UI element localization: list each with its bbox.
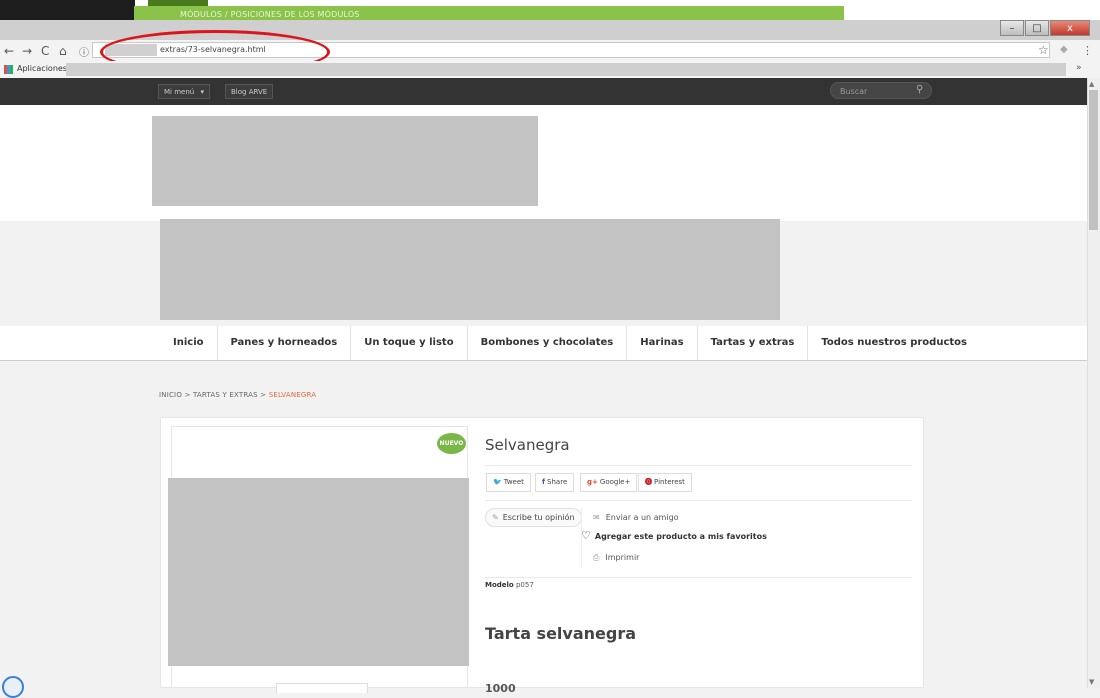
product-model: Modelo p057: [485, 581, 534, 589]
product-subtitle: Tarta selvanegra: [485, 624, 637, 643]
browser-menu-icon[interactable]: ⋮: [1082, 44, 1093, 57]
new-badge: NUEVO: [437, 433, 466, 454]
breadcrumb-separator: >: [260, 391, 267, 399]
bookmarks-redacted: [66, 63, 1066, 76]
menu-item-harinas[interactable]: Harinas: [627, 326, 698, 360]
send-to-friend-label: Enviar a un amigo: [605, 513, 679, 522]
product-image-placeholder[interactable]: [168, 478, 469, 666]
minimize-button[interactable]: –: [1000, 20, 1024, 36]
chat-widget-icon[interactable]: [2, 676, 24, 698]
breadcrumb-category[interactable]: TARTAS Y EXTRAS: [193, 391, 258, 399]
breadcrumb-current: SELVANEGRA: [268, 391, 317, 399]
envelope-icon: ✉: [593, 513, 600, 522]
site-info-icon[interactable]: ⓘ: [79, 44, 89, 59]
maximize-button[interactable]: □: [1025, 20, 1049, 36]
banner-placeholder: [160, 219, 780, 320]
google-plus-label: Google+: [599, 478, 631, 486]
write-review-button[interactable]: ✎ Escribe tu opinión: [485, 508, 582, 527]
product-price-partial: 1000: [485, 682, 516, 695]
admin-crumb-separator: /: [224, 10, 228, 19]
blog-link[interactable]: Blog ARVE: [225, 84, 274, 99]
close-window-button[interactable]: x: [1050, 20, 1090, 36]
share-label: Share: [547, 478, 568, 486]
main-menu: Inicio Panes y horneados Un toque y list…: [160, 326, 980, 360]
tweet-label: Tweet: [503, 478, 524, 486]
menu-item-bombones[interactable]: Bombones y chocolates: [468, 326, 628, 360]
bookmarks-overflow-icon[interactable]: »: [1076, 63, 1082, 73]
apps-bookmark[interactable]: Aplicaciones: [17, 64, 67, 73]
back-icon[interactable]: ←: [4, 44, 14, 58]
admin-crumb-modules[interactable]: MÓDULOS: [180, 10, 222, 19]
search-placeholder: Buscar: [840, 87, 868, 96]
scrollbar-thumb[interactable]: [1089, 90, 1098, 230]
pencil-icon: ✎: [492, 513, 499, 522]
facebook-icon: f: [542, 478, 546, 486]
google-plus-icon: g+: [587, 478, 598, 486]
window-controls: – □ x: [1000, 20, 1098, 38]
scroll-down-icon[interactable]: ▼: [1089, 678, 1094, 686]
share-button[interactable]: f Share: [535, 473, 575, 492]
breadcrumb-home[interactable]: INICIO: [159, 391, 182, 399]
os-dark-panel: [0, 0, 135, 20]
thumbnail-strip[interactable]: [276, 683, 368, 693]
scroll-up-icon[interactable]: ▲: [1089, 80, 1094, 88]
menu-item-panes[interactable]: Panes y horneados: [218, 326, 352, 360]
tweet-button[interactable]: 🐦 Tweet: [486, 473, 531, 492]
search-icon[interactable]: ⚲: [916, 84, 923, 95]
breadcrumb: INICIO > TARTAS Y EXTRAS > SELVANEGRA: [159, 391, 316, 399]
my-menu-label: Mi menú: [164, 88, 195, 96]
print-link[interactable]: ⎙ Imprimir: [593, 553, 639, 563]
google-plus-button[interactable]: g+ Google+: [580, 473, 638, 492]
write-review-label: Escribe tu opinión: [502, 513, 575, 522]
twitter-icon: 🐦: [493, 478, 502, 486]
reload-icon[interactable]: C: [41, 44, 49, 58]
print-label: Imprimir: [605, 553, 640, 562]
menu-item-tartas[interactable]: Tartas y extras: [698, 326, 809, 360]
my-menu-dropdown[interactable]: Mi menú ▾: [158, 84, 210, 99]
apps-grid-icon[interactable]: [4, 65, 13, 74]
home-icon[interactable]: ⌂: [59, 44, 67, 58]
forward-icon[interactable]: →: [22, 44, 32, 58]
menu-item-todos[interactable]: Todos nuestros productos: [808, 326, 980, 360]
chevron-down-icon: ▾: [200, 88, 204, 96]
model-value: p057: [515, 581, 534, 589]
divider: [485, 465, 912, 466]
send-to-friend-link[interactable]: ✉ Enviar a un amigo: [593, 513, 679, 522]
extension-icon[interactable]: ◆: [1060, 44, 1068, 55]
add-to-favorites-link[interactable]: ♡ Agregar este producto a mis favoritos: [581, 529, 767, 542]
product-title: Selvanegra: [485, 436, 570, 454]
printer-icon: ⎙: [593, 553, 600, 562]
model-label: Modelo: [485, 581, 514, 589]
bookmark-star-icon[interactable]: ☆: [1038, 43, 1049, 57]
admin-crumb-positions[interactable]: POSICIONES DE LOS MÓDULOS: [231, 10, 360, 19]
pinterest-label: Pinterest: [654, 478, 685, 486]
menu-item-inicio[interactable]: Inicio: [160, 326, 218, 360]
divider: [485, 500, 912, 501]
breadcrumb-separator: >: [184, 391, 191, 399]
heart-icon: ♡: [581, 529, 591, 542]
add-to-favorites-label: Agregar este producto a mis favoritos: [594, 532, 767, 541]
site-logo-placeholder[interactable]: [152, 116, 538, 206]
admin-green-tab: [148, 0, 208, 6]
pinterest-icon: ⓿: [645, 478, 652, 486]
divider: [485, 577, 912, 578]
menu-item-toque[interactable]: Un toque y listo: [351, 326, 468, 360]
pinterest-button[interactable]: ⓿ Pinterest: [638, 473, 692, 492]
admin-breadcrumb: MÓDULOS / POSICIONES DE LOS MÓDULOS: [180, 10, 360, 19]
